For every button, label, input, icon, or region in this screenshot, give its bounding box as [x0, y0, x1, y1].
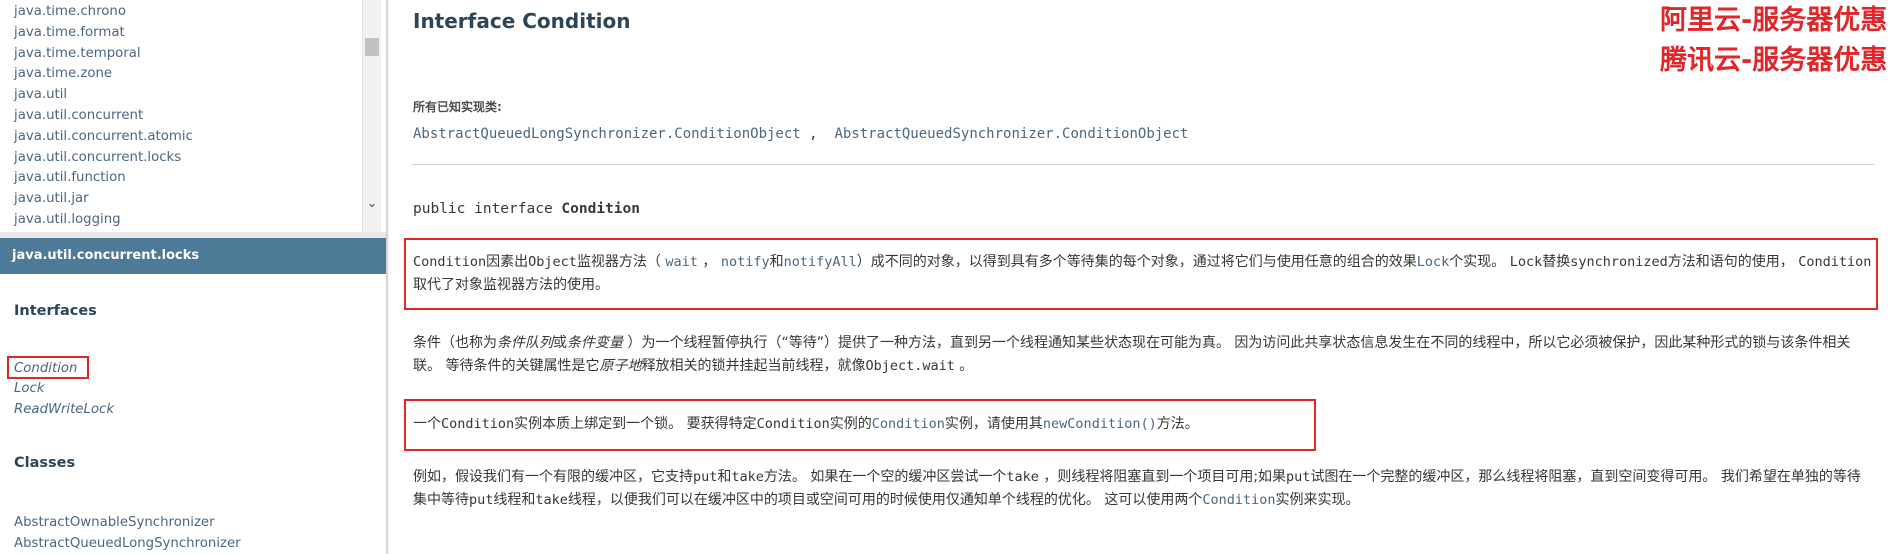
- implementing-classes-label: 所有已知实现类:: [413, 100, 502, 114]
- interfaces-heading: Interfaces: [14, 303, 97, 319]
- signature-prefix: public interface: [413, 201, 562, 217]
- separator: ,: [800, 126, 818, 142]
- highlight-box: [404, 399, 1316, 451]
- implementing-class-link[interactable]: AbstractQueuedSynchronizer.ConditionObje…: [834, 126, 1188, 142]
- package-link[interactable]: java.util.concurrent.locks: [14, 150, 181, 165]
- package-title[interactable]: java.util.concurrent.locks: [0, 238, 386, 274]
- type-link[interactable]: Condition: [1202, 492, 1275, 508]
- highlight-box: [7, 356, 89, 379]
- description-paragraph: 例如，假设我们有一个有限的缓冲区，它支持put和take方法。 如果在一个空的缓…: [413, 469, 1861, 508]
- list-item[interactable]: java.util.concurrent.atomic: [14, 125, 193, 146]
- package-link[interactable]: java.time.zone: [14, 66, 112, 81]
- list-item[interactable]: java.util: [14, 83, 193, 104]
- list-item[interactable]: java.util.concurrent: [14, 104, 193, 125]
- classes-heading: Classes: [14, 455, 76, 471]
- package-list-frame: java.time.chrono java.time.format java.t…: [0, 0, 386, 232]
- package-link[interactable]: java.util.jar: [14, 191, 89, 206]
- list-item[interactable]: java.time.zone: [14, 62, 193, 83]
- class-doc-content: Interface Condition 所有已知实现类: AbstractQue…: [389, 0, 1892, 554]
- package-link[interactable]: java.util.logging: [14, 212, 121, 227]
- list-item[interactable]: java.time.format: [14, 21, 193, 42]
- divider: [412, 164, 1874, 165]
- class-link[interactable]: AbstractQueuedLongSynchronizer: [14, 536, 241, 551]
- ad-link-aliyun[interactable]: 阿里云-服务器优惠: [1660, 0, 1887, 37]
- package-link[interactable]: java.util.function: [14, 170, 126, 185]
- list-item[interactable]: java.time.chrono: [14, 0, 193, 21]
- implementing-class-link[interactable]: AbstractQueuedLongSynchronizer.Condition…: [413, 126, 801, 142]
- package-link[interactable]: java.util.concurrent: [14, 108, 143, 123]
- list-item[interactable]: java.util.concurrent.locks: [14, 146, 193, 167]
- package-list-scrollbar[interactable]: ⌄: [362, 0, 381, 232]
- package-link[interactable]: java.util.concurrent.atomic: [14, 129, 193, 144]
- list-item[interactable]: java.util.function: [14, 166, 193, 187]
- package-link[interactable]: java.util: [14, 87, 67, 102]
- interface-link-lock[interactable]: Lock: [14, 381, 45, 396]
- package-link[interactable]: java.time.temporal: [14, 46, 141, 61]
- type-signature: public interface Condition: [413, 201, 640, 217]
- interface-link-readwritelock[interactable]: ReadWriteLock: [14, 402, 114, 417]
- list-item[interactable]: java.util.logging: [14, 208, 193, 229]
- package-link[interactable]: java.time.format: [14, 25, 125, 40]
- highlight-box: [404, 238, 1878, 310]
- ad-link-tencent[interactable]: 腾讯云-服务器优惠: [1660, 38, 1887, 77]
- class-link[interactable]: AbstractOwnableSynchronizer: [14, 515, 215, 530]
- package-list: java.time.chrono java.time.format java.t…: [14, 0, 193, 229]
- chevron-down-icon[interactable]: ⌄: [365, 196, 379, 212]
- signature-name: Condition: [561, 201, 640, 217]
- page-title: Interface Condition: [413, 9, 631, 33]
- list-item[interactable]: java.time.temporal: [14, 42, 193, 63]
- implementing-classes: AbstractQueuedLongSynchronizer.Condition…: [413, 126, 1188, 142]
- list-item[interactable]: java.util.jar: [14, 187, 193, 208]
- description-paragraph: 条件（也称为条件队列或条件变量 ）为一个线程暂停执行（“等待”）提供了一种方法，…: [413, 335, 1851, 374]
- package-link[interactable]: java.time.chrono: [14, 4, 126, 19]
- scrollbar-thumb[interactable]: [365, 38, 379, 56]
- class-list-frame: java.util.concurrent.locks Interfaces Co…: [0, 238, 386, 554]
